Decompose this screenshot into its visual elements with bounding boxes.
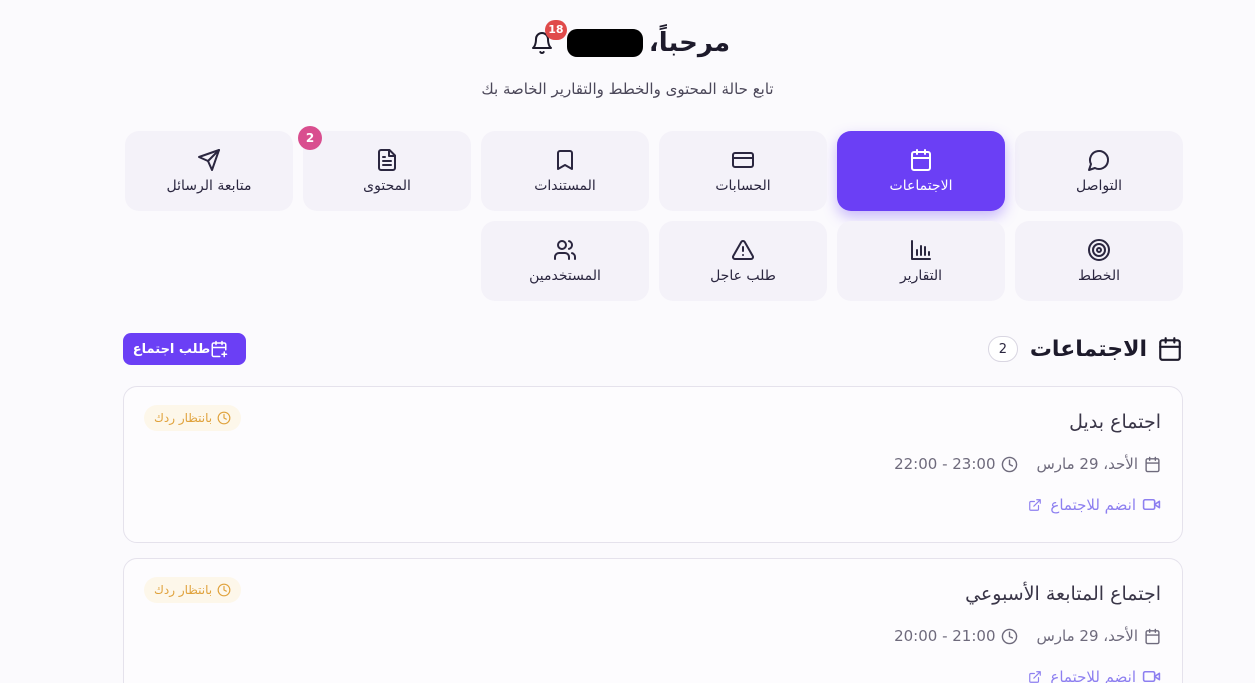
status-label: بانتظار ردك bbox=[154, 583, 213, 597]
status-badge: بانتظار ردك bbox=[144, 577, 242, 603]
external-link-icon bbox=[1029, 670, 1042, 683]
greeting-title: مرحباً، bbox=[648, 28, 731, 58]
bookmark-icon bbox=[557, 150, 573, 170]
tile-content[interactable]: المحتوى 2 bbox=[298, 126, 471, 211]
credit-card-icon bbox=[732, 152, 754, 168]
clock-icon bbox=[217, 411, 231, 425]
tile-label: المستندات bbox=[534, 178, 596, 194]
join-meeting-label: انضم للاجتماع bbox=[1050, 667, 1136, 683]
tile-documents[interactable]: المستندات bbox=[481, 131, 649, 211]
clock-icon bbox=[1002, 456, 1018, 472]
tile-label: الحسابات bbox=[715, 178, 771, 194]
tile-users[interactable]: المستخدمين bbox=[481, 221, 649, 301]
calendar-plus-icon bbox=[211, 340, 228, 358]
navigation-tiles: التواصل الاجتماعات الحسابات المستندات ال… bbox=[123, 126, 1183, 301]
status-badge: بانتظار ردك bbox=[144, 405, 242, 431]
tile-label: متابعة الرسائل bbox=[166, 178, 252, 194]
request-meeting-label: طلب اجتماع bbox=[132, 341, 211, 357]
meeting-title: اجتماع بديل bbox=[1069, 411, 1161, 433]
calendar-icon bbox=[1145, 456, 1160, 472]
section-title-group: الاجتماعات 2 bbox=[987, 333, 1183, 365]
calendar-icon bbox=[1159, 337, 1181, 361]
meeting-meta: الأحد، 29 مارس 22:00 - 23:00 bbox=[894, 455, 1161, 473]
meetings-section-header: الاجتماعات 2 طلب اجتماع bbox=[123, 333, 1183, 365]
page-subtitle: تابع حالة المحتوى والخطط والتقارير الخاص… bbox=[481, 80, 774, 98]
file-text-icon bbox=[378, 149, 396, 171]
tile-label: طلب عاجل bbox=[710, 268, 776, 284]
meeting-time: 20:00 - 21:00 bbox=[894, 627, 996, 645]
meeting-date: الأحد، 29 مارس bbox=[1036, 455, 1138, 473]
video-icon bbox=[1142, 670, 1161, 683]
notification-count-badge: 18 bbox=[544, 20, 567, 40]
calendar-icon bbox=[1145, 628, 1160, 644]
bar-chart-icon bbox=[911, 240, 931, 260]
content-count-badge: 2 bbox=[298, 126, 322, 150]
join-meeting-label: انضم للاجتماع bbox=[1050, 495, 1136, 514]
tile-urgent-request[interactable]: طلب عاجل bbox=[659, 221, 827, 301]
tile-reports[interactable]: التقارير bbox=[837, 221, 1005, 301]
tile-label: المحتوى bbox=[363, 178, 411, 194]
tile-communication[interactable]: التواصل bbox=[1015, 131, 1183, 211]
meeting-title: اجتماع المتابعة الأسبوعي bbox=[965, 583, 1161, 605]
meeting-date: الأحد، 29 مارس bbox=[1036, 627, 1138, 645]
meetings-count-badge: 2 bbox=[987, 336, 1018, 362]
join-meeting-link[interactable]: انضم للاجتماع bbox=[1028, 495, 1161, 514]
clock-icon bbox=[1002, 628, 1018, 644]
tile-label: التقارير bbox=[899, 268, 943, 284]
status-label: بانتظار ردك bbox=[154, 411, 213, 425]
tile-label: الخطط bbox=[1078, 268, 1120, 284]
alert-triangle-icon bbox=[732, 240, 754, 261]
target-icon bbox=[1088, 239, 1110, 261]
tile-label: المستخدمين bbox=[529, 268, 601, 284]
meeting-card[interactable]: اجتماع المتابعة الأسبوعي الأحد، 29 مارس … bbox=[123, 558, 1183, 683]
clock-icon bbox=[217, 583, 231, 597]
message-circle-icon bbox=[1088, 150, 1109, 171]
users-icon bbox=[554, 240, 576, 260]
page-header: مرحباً، 18 تابع حالة المحتوى والخطط والت… bbox=[0, 18, 1255, 98]
redacted-user-name bbox=[566, 29, 643, 57]
tile-accounts[interactable]: الحسابات bbox=[659, 131, 827, 211]
meeting-meta: الأحد، 29 مارس 20:00 - 21:00 bbox=[894, 627, 1161, 645]
send-icon bbox=[198, 149, 220, 171]
tile-label: التواصل bbox=[1076, 178, 1122, 194]
tile-message-tracking[interactable]: متابعة الرسائل bbox=[125, 131, 293, 211]
meeting-card[interactable]: اجتماع بديل الأحد، 29 مارس 22:00 - 23:00… bbox=[123, 386, 1183, 543]
tile-label: الاجتماعات bbox=[889, 178, 953, 194]
video-icon bbox=[1142, 498, 1161, 511]
request-meeting-button[interactable]: طلب اجتماع bbox=[123, 333, 246, 365]
meeting-time: 22:00 - 23:00 bbox=[894, 455, 996, 473]
calendar-icon bbox=[911, 149, 931, 171]
section-title: الاجتماعات bbox=[1029, 336, 1147, 362]
external-link-icon bbox=[1029, 498, 1042, 511]
tile-meetings[interactable]: الاجتماعات bbox=[837, 131, 1005, 211]
join-meeting-link[interactable]: انضم للاجتماع bbox=[1028, 667, 1161, 683]
greeting-row: مرحباً، 18 bbox=[0, 18, 1255, 68]
tile-plans[interactable]: الخطط bbox=[1015, 221, 1183, 301]
notifications-button[interactable]: 18 bbox=[525, 20, 567, 60]
